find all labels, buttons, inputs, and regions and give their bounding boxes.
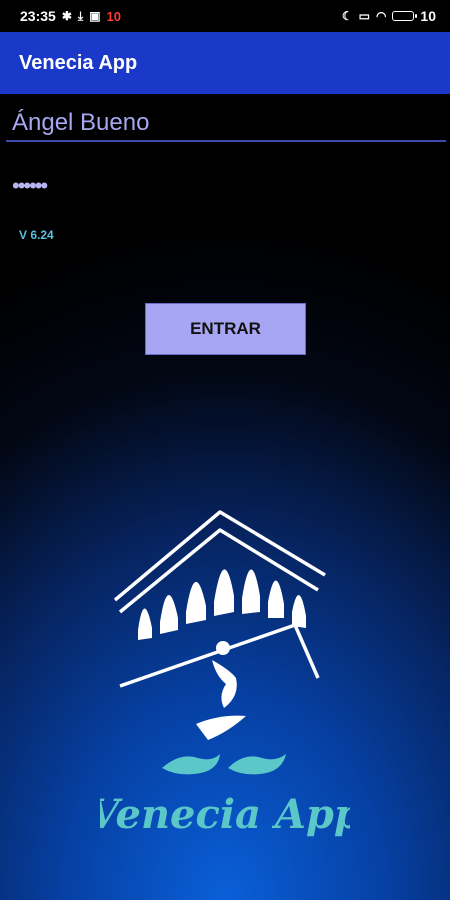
battery-icon (392, 11, 418, 21)
wifi-icon: ◠ (375, 9, 387, 23)
venecia-logo: Venecia App (100, 510, 350, 838)
moon-icon: ☾ (341, 9, 353, 23)
notification-icon: ▣ (89, 9, 101, 23)
status-left: 23:35 ✱ ⤓ ▣ 10 (20, 8, 121, 24)
username-field[interactable]: Ángel Bueno (6, 104, 446, 142)
password-field[interactable]: •••••• (12, 173, 212, 198)
password-value: •••••• (12, 173, 48, 198)
username-value: Ángel Bueno (12, 109, 150, 136)
enter-button[interactable]: ENTRAR (145, 303, 306, 355)
vibrate-icon: ▭ (358, 9, 370, 23)
download-icon: ⤓ (77, 9, 84, 23)
wave-icon (162, 754, 286, 775)
status-right: ☾ ▭ ◠ 10 (342, 8, 436, 24)
battery-level: 10 (420, 8, 436, 24)
status-time: 23:35 (20, 8, 56, 24)
status-bar: 23:35 ✱ ⤓ ▣ 10 ☾ ▭ ◠ 10 (0, 0, 450, 32)
app-title: Venecia App (19, 51, 138, 74)
app-bar: Venecia App (0, 32, 450, 94)
notification-count: 10 (106, 8, 121, 24)
logo-text: Venecia App (100, 791, 350, 838)
bluetooth-icon: ✱ (61, 9, 72, 23)
version-label: V 6.24 (19, 228, 54, 242)
